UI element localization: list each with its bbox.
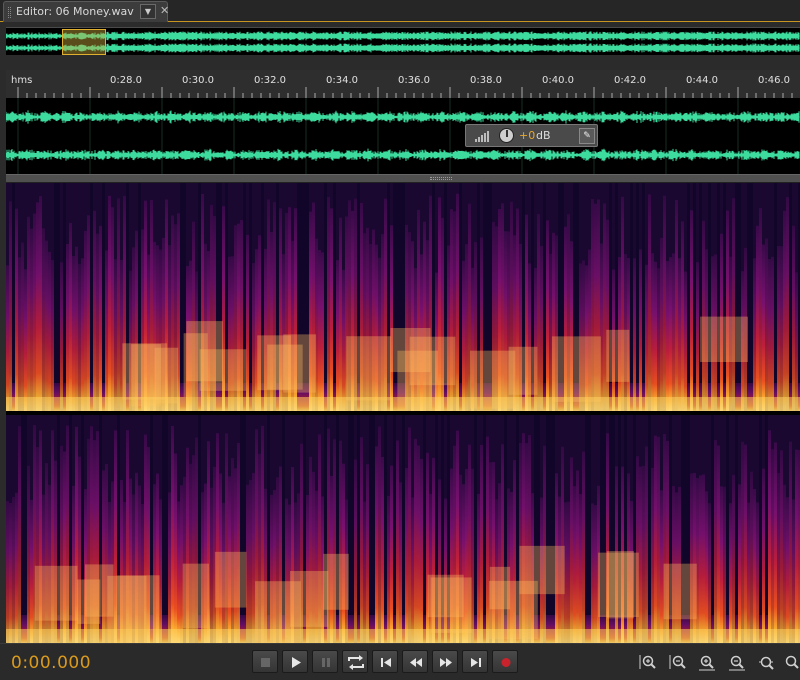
zoom-in-amplitude-icon bbox=[639, 655, 656, 669]
zoom-full-icon bbox=[785, 655, 799, 669]
ruler-label: 0:32.0 bbox=[254, 75, 286, 86]
stop-icon bbox=[261, 658, 270, 667]
ruler-units-label: hms bbox=[11, 75, 33, 86]
spectral-frequency-display[interactable] bbox=[6, 183, 800, 643]
splitter-grip-icon bbox=[430, 177, 452, 180]
zoom-out-amplitude-button[interactable] bbox=[668, 653, 688, 673]
ruler-label: 0:40.0 bbox=[542, 75, 574, 86]
fast-forward-button[interactable] bbox=[432, 650, 458, 673]
overview-navigator[interactable] bbox=[6, 27, 800, 55]
time-ruler[interactable]: hms 0:28.0 0:30.0 0:32.0 0:34.0 0:36.0 0… bbox=[6, 70, 800, 98]
go-to-end-button[interactable] bbox=[462, 650, 488, 673]
editor-tab-title: Editor: 06 Money.wav bbox=[16, 5, 134, 18]
editor-tab[interactable]: Editor: 06 Money.wav ▼ ✕ bbox=[3, 1, 169, 22]
waveform-channels bbox=[6, 98, 800, 174]
ruler-label: 0:44.0 bbox=[686, 75, 718, 86]
zoom-in-time-icon bbox=[699, 655, 715, 671]
skip-to-start-icon bbox=[381, 658, 391, 667]
play-icon bbox=[292, 657, 301, 668]
zoom-in-amplitude-button[interactable] bbox=[638, 653, 658, 673]
zoom-out-amplitude-icon bbox=[669, 655, 686, 669]
ruler-label: 0:46.0 bbox=[758, 75, 790, 86]
pause-button[interactable] bbox=[312, 650, 338, 673]
spectral-channel-left[interactable] bbox=[6, 183, 800, 411]
loop-playback-button[interactable] bbox=[342, 650, 368, 673]
skip-to-end-icon bbox=[471, 658, 481, 667]
transport-bar: 0:00.000 bbox=[0, 643, 800, 680]
zoom-selection-icon bbox=[759, 656, 774, 670]
pause-icon bbox=[322, 658, 330, 667]
zoom-out-time-button[interactable] bbox=[727, 653, 747, 673]
fast-forward-icon bbox=[440, 658, 452, 667]
ruler-label: 0:28.0 bbox=[110, 75, 142, 86]
chevron-down-icon: ▼ bbox=[144, 7, 152, 16]
time-display[interactable]: 0:00.000 bbox=[11, 653, 91, 673]
view-splitter[interactable] bbox=[6, 174, 800, 183]
spectrogram-image bbox=[6, 183, 800, 411]
zoom-selection-button[interactable] bbox=[756, 653, 776, 673]
spectral-channel-right[interactable] bbox=[6, 415, 800, 643]
ruler-label: 0:34.0 bbox=[326, 75, 358, 86]
panel-menu-button[interactable]: ▼ bbox=[140, 4, 156, 19]
loop-icon bbox=[348, 655, 364, 670]
overview-waveform bbox=[6, 31, 800, 53]
volume-unit: dB bbox=[536, 129, 551, 142]
pin-icon[interactable]: ✎ bbox=[579, 128, 595, 144]
volume-value[interactable]: +0 bbox=[519, 129, 535, 142]
audition-editor-panel: Editor: 06 Money.wav ▼ ✕ hms 0:28.0 0:30… bbox=[0, 0, 800, 680]
waveform-display[interactable] bbox=[6, 98, 800, 174]
rewind-button[interactable] bbox=[402, 650, 428, 673]
panel-grip-icon[interactable] bbox=[8, 7, 11, 18]
ruler-label: 0:36.0 bbox=[398, 75, 430, 86]
overview-visible-range[interactable] bbox=[62, 29, 106, 55]
level-meter-icon bbox=[475, 131, 489, 142]
spectrogram-image bbox=[6, 415, 800, 643]
volume-knob-icon[interactable] bbox=[499, 128, 514, 143]
close-icon[interactable]: ✕ bbox=[160, 4, 169, 17]
rewind-icon bbox=[410, 658, 422, 667]
play-button[interactable] bbox=[282, 650, 308, 673]
zoom-in-time-button[interactable] bbox=[697, 653, 717, 673]
go-to-start-button[interactable] bbox=[372, 650, 398, 673]
stop-button[interactable] bbox=[252, 650, 278, 673]
zoom-full-button[interactable] bbox=[782, 653, 800, 673]
editor-tab-bar: Editor: 06 Money.wav ▼ ✕ bbox=[0, 0, 800, 22]
ruler-label: 0:30.0 bbox=[182, 75, 214, 86]
ruler-label: 0:38.0 bbox=[470, 75, 502, 86]
volume-hud[interactable]: +0 dB ✎ bbox=[465, 124, 598, 147]
ruler-label: 0:42.0 bbox=[614, 75, 646, 86]
zoom-out-time-icon bbox=[729, 655, 745, 671]
record-button[interactable] bbox=[492, 650, 518, 673]
record-icon bbox=[501, 658, 511, 667]
